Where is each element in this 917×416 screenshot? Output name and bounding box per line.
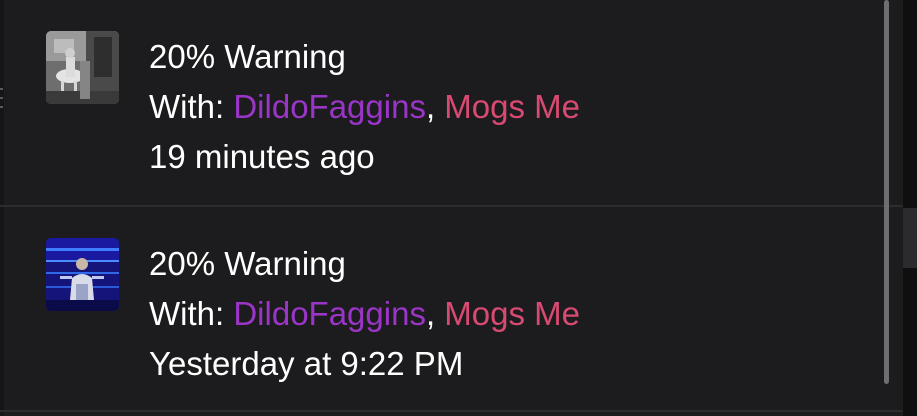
grayscale-photo-thumbnail	[46, 31, 119, 104]
participant-name[interactable]: Mogs Me	[444, 88, 580, 125]
participants-line: With: DildoFaggins, Mogs Me	[149, 82, 580, 132]
participant-separator: ,	[425, 295, 436, 332]
participant-name[interactable]: DildoFaggins	[233, 295, 426, 332]
blue-photo-thumbnail	[46, 238, 119, 311]
participant-separator: ,	[425, 88, 436, 125]
right-gutter-panel	[903, 208, 917, 268]
participant-name[interactable]: DildoFaggins	[233, 88, 426, 125]
notification-title: 20% Warning	[149, 38, 346, 75]
participants-line: With: DildoFaggins, Mogs Me	[149, 289, 580, 339]
notification-list: 20% Warning With: DildoFaggins, Mogs Me …	[0, 0, 917, 416]
notification-time: Yesterday at 9:22 PM	[149, 345, 464, 382]
notification-item[interactable]: 20% Warning With: DildoFaggins, Mogs Me …	[0, 0, 880, 200]
notification-text: 20% Warning With: DildoFaggins, Mogs Me …	[149, 32, 580, 182]
list-divider	[0, 410, 903, 412]
notification-time: 19 minutes ago	[149, 138, 375, 175]
notification-title: 20% Warning	[149, 245, 346, 282]
notification-text: 20% Warning With: DildoFaggins, Mogs Me …	[149, 239, 580, 389]
with-label: With:	[149, 88, 225, 125]
with-label: With:	[149, 295, 225, 332]
participant-name[interactable]: Mogs Me	[444, 295, 580, 332]
scrollbar[interactable]	[884, 0, 889, 384]
notification-item[interactable]: 20% Warning With: DildoFaggins, Mogs Me …	[0, 207, 880, 407]
